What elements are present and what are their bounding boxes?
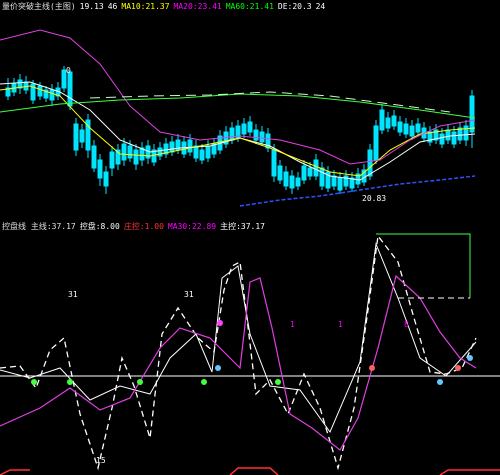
main-white-line — [0, 234, 477, 471]
candle-body-77 — [469, 95, 475, 133]
candle-body-15 — [97, 159, 103, 179]
price-panel[interactable]: 量价突破主线(主图) 19.13 46 MA10:21.37 MA20:23.41 MA6… — [0, 0, 500, 218]
candle-body-21 — [133, 149, 139, 165]
candle-body-7 — [49, 89, 55, 101]
candle-body-12 — [79, 129, 85, 143]
candle-body-20 — [127, 145, 133, 159]
candle-body-64 — [391, 115, 397, 127]
candle-body-39 — [241, 123, 247, 135]
candle-body-37 — [229, 127, 235, 141]
candle-body-73 — [445, 129, 451, 141]
osc-label-2: 31 — [184, 290, 194, 299]
candle-body-32 — [199, 149, 205, 161]
osc-label-5: 8 — [404, 320, 409, 329]
candle-body-51 — [313, 159, 319, 177]
candle-body-74 — [451, 131, 457, 145]
candle-body-49 — [301, 165, 307, 181]
oscillator-panel[interactable]: 控盘线 主线:37.17 控盘:8.00 庄控:1.00 MA30:22.89 主控:3… — [0, 218, 500, 475]
candle-body-61 — [373, 125, 379, 161]
osc-label-1: 31 — [68, 290, 78, 299]
signal-marker-2 — [137, 379, 143, 385]
candle-body-55 — [337, 177, 343, 191]
signal-marker-7 — [369, 365, 375, 371]
secondary-white-line — [0, 242, 477, 434]
signal-marker-8 — [437, 379, 443, 385]
candle-body-48 — [295, 177, 301, 187]
candle-body-65 — [397, 121, 403, 133]
candle-body-31 — [193, 145, 199, 159]
osc-label-6: 15 — [96, 456, 106, 465]
price-chart[interactable] — [0, 0, 500, 218]
signal-marker-6 — [215, 365, 221, 371]
candle-body-27 — [169, 141, 175, 153]
candle-body-54 — [331, 175, 337, 187]
low-price-marker: 20.83 — [362, 194, 387, 203]
candle-body-17 — [109, 151, 115, 169]
candle-body-10 — [67, 71, 73, 107]
signal-marker-10 — [467, 355, 473, 361]
candle-body-41 — [253, 129, 259, 141]
candle-body-50 — [307, 167, 313, 177]
candle-body-11 — [73, 123, 79, 151]
candle-body-16 — [103, 171, 109, 187]
red-step-1 — [229, 467, 279, 475]
candle-body-60 — [367, 149, 373, 177]
control-green-line — [376, 233, 471, 298]
candle-body-19 — [121, 143, 127, 161]
candle-body-62 — [379, 109, 385, 131]
candle-body-67 — [409, 125, 415, 137]
oscillator-chart[interactable] — [0, 218, 500, 475]
signal-marker-5 — [217, 320, 223, 326]
candle-body-52 — [319, 167, 325, 187]
signal-marker-0 — [31, 379, 37, 385]
candle-body-44 — [271, 149, 277, 177]
signal-marker-4 — [275, 379, 281, 385]
candle-body-76 — [463, 125, 469, 141]
candle-body-5 — [37, 85, 43, 97]
candle-body-63 — [385, 117, 391, 129]
red-step-3 — [0, 469, 30, 475]
price-side-label: 0 — [66, 66, 71, 75]
candle-body-68 — [415, 123, 421, 133]
signal-marker-1 — [67, 379, 73, 385]
candle-body-40 — [247, 121, 253, 133]
candle-body-45 — [277, 165, 283, 181]
candle-body-66 — [403, 123, 409, 135]
ma30-magenta-line — [0, 274, 477, 451]
candle-body-72 — [439, 133, 445, 145]
candle-body-42 — [259, 131, 265, 143]
red-step-2 — [439, 469, 500, 475]
signal-marker-3 — [201, 379, 207, 385]
signal-marker-9 — [455, 365, 461, 371]
osc-label-3: 1 — [290, 320, 295, 329]
candle-body-33 — [205, 145, 211, 159]
candle-body-30 — [187, 139, 193, 153]
candle-body-25 — [157, 147, 163, 157]
candle-body-47 — [289, 175, 295, 189]
candle-body-14 — [91, 145, 97, 169]
osc-label-4: 1 — [338, 320, 343, 329]
candle-body-46 — [283, 171, 289, 187]
